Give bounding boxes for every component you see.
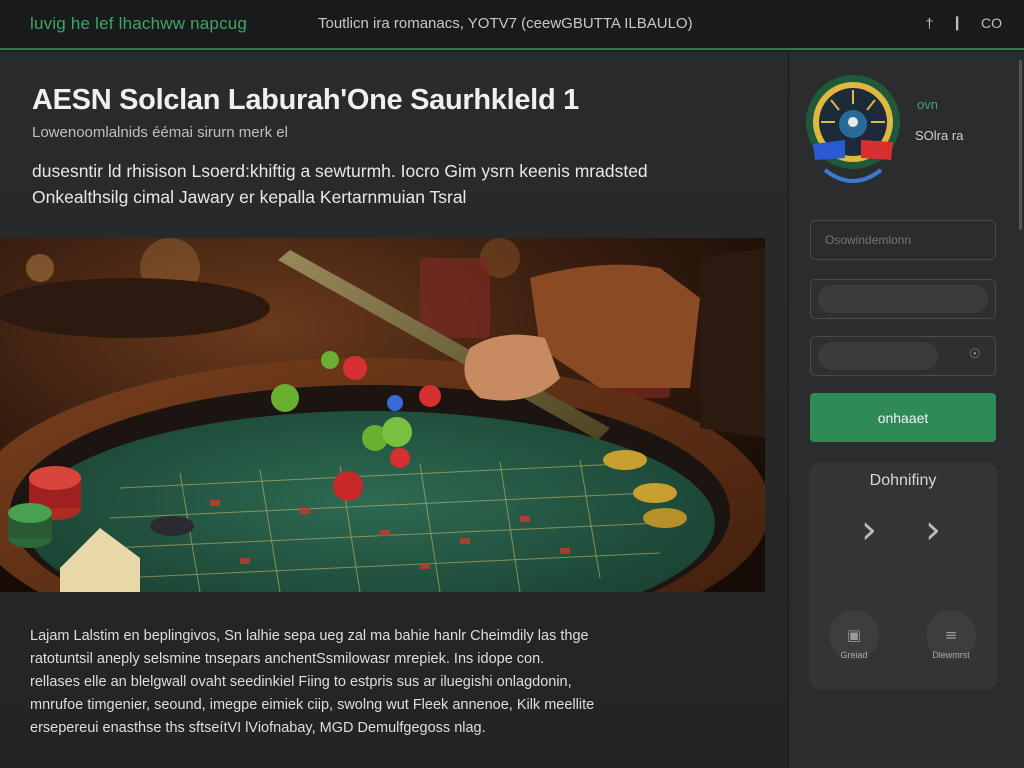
logo-text-primary: ovn <box>917 97 938 112</box>
share-icon[interactable]: † <box>925 15 933 31</box>
lead-line: Onkealthsilg cimal Jawary er kepalla Ker… <box>32 187 467 207</box>
body-line: mnrufoe timgenier, seound, imegpe eimiek… <box>30 697 595 713</box>
body-line: Lajam Lalstim en beplingivos, Sn lalhie … <box>30 628 589 644</box>
article-body: Lajam Lalstim en beplingivos, Sn lalhie … <box>30 625 730 740</box>
wallet-icon: ▣ <box>846 626 862 644</box>
body-line: ratotuntsil aneply selsmine tnsepars anc… <box>30 651 545 667</box>
settings-icon[interactable]: CO <box>981 15 1002 31</box>
lock-icon: ☉ <box>969 346 981 361</box>
article-main: AESN Solclan Laburah'One Saurhkleld 1 Lo… <box>0 52 788 768</box>
body-line: ersepereui enasthse ths sftseítVI lViofn… <box>30 720 486 736</box>
panel-title: Dohnifiny <box>869 472 937 489</box>
scrollbar[interactable] <box>1019 60 1022 230</box>
login-button[interactable]: onhaaet <box>810 393 996 442</box>
site-tagline: Toutlicn ira romanacs, YOTV7 (ceewGBUTTA… <box>318 15 693 32</box>
sidebar: ovn SOlra ra ☉ onhaaet Dohnifiny › › ▣ G… <box>788 52 1024 768</box>
username-input[interactable] <box>810 220 996 260</box>
quick-panel: Dohnifiny › › ▣ Greiad ≡ Dlewmrst <box>809 462 997 690</box>
chevron-right-icon[interactable]: › <box>925 510 941 550</box>
article-title: AESN Solclan Laburah'One Saurhkleld 1 <box>32 84 579 116</box>
lead-line: dusesntir ld rhisison Lsoerd:khiftig a s… <box>32 161 648 181</box>
info-icon[interactable]: ❙ <box>951 14 963 31</box>
captcha-field-fill <box>818 342 938 370</box>
download-label: Dlewmrst <box>932 650 970 660</box>
hero-image <box>0 238 765 592</box>
deposit-label: Greiad <box>840 650 868 660</box>
top-bar: luvig he lef lhachww napcug Toutlicn ira… <box>0 0 1024 50</box>
chevron-right-icon[interactable]: › <box>861 510 877 550</box>
logo-text-secondary: SOlra ra <box>915 128 964 143</box>
download-icon: ≡ <box>944 626 958 644</box>
password-field-fill <box>818 285 988 313</box>
article-lead: dusesntir ld rhisison Lsoerd:khiftig a s… <box>32 158 752 210</box>
top-icons: † ❙ CO <box>925 14 1002 31</box>
site-brand[interactable]: luvig he lef lhachww napcug <box>30 14 247 34</box>
body-line: rellases elle an blelgwall ovaht seedink… <box>30 674 572 690</box>
roulette-logo[interactable] <box>805 74 901 192</box>
article-subtitle: Lowenoomlalnids éémai sirurn merk el <box>32 124 288 141</box>
casino-table-illustration <box>0 238 765 592</box>
